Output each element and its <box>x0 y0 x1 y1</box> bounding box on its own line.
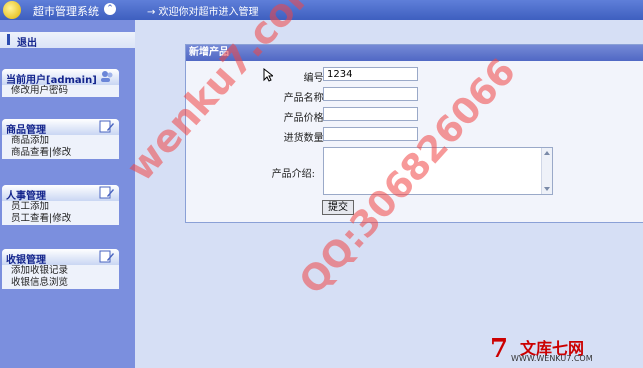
panel-header[interactable]: 收银管理 <box>2 249 119 266</box>
scrollbar[interactable] <box>541 148 552 194</box>
panel-header[interactable]: 商品管理 <box>2 119 119 136</box>
app-title: 超市管理系统 <box>33 5 99 18</box>
sidebar-item-change-password[interactable]: 修改用户密码 <box>2 85 119 97</box>
panel-cashier-management: 收银管理 添加收银记录 收银信息浏览 <box>2 249 119 289</box>
panel-title: 商品管理 <box>6 125 46 136</box>
panel-product-management: 商品管理 商品添加 商品查看|修改 <box>2 119 119 159</box>
sidebar-item-view-employee[interactable]: 员工查看|修改 <box>2 213 119 225</box>
logout-row[interactable]: 退出 <box>0 32 135 49</box>
sidebar-item-add-product[interactable]: 商品添加 <box>2 135 119 147</box>
panel-title: 收银管理 <box>6 255 46 266</box>
top-bar: 超市管理系统 ⌃ → 欢迎你对超市进入管理 <box>0 0 643 20</box>
id-label: 编号: <box>303 73 327 84</box>
id-field[interactable]: 1234 <box>323 67 418 81</box>
panel-header[interactable]: 人事管理 <box>2 185 119 202</box>
sidebar-item-view-product[interactable]: 商品查看|修改 <box>2 147 119 159</box>
brand-url: WWW.WENKU7.COM <box>511 354 593 363</box>
sidebar-item-add-cashier-record[interactable]: 添加收银记录 <box>2 265 119 277</box>
edit-icon <box>99 186 114 199</box>
name-field[interactable] <box>323 87 418 101</box>
sidebar-item-add-employee[interactable]: 员工添加 <box>2 201 119 213</box>
price-label: 产品价格: <box>283 113 327 124</box>
name-label: 产品名称: <box>283 93 327 104</box>
collapse-icon[interactable]: ⌃ <box>104 3 116 15</box>
panel-title: 当前用户[admain] <box>6 75 97 86</box>
app-logo-icon <box>3 1 21 19</box>
edit-icon <box>99 250 114 263</box>
price-field[interactable] <box>323 107 418 121</box>
logout-link[interactable]: 退出 <box>17 34 37 49</box>
logout-marker <box>7 34 10 45</box>
sidebar-item-browse-cashier[interactable]: 收银信息浏览 <box>2 277 119 289</box>
panel-hr-management: 人事管理 员工添加 员工查看|修改 <box>2 185 119 225</box>
panel-current-user: 当前用户[admain] 修改用户密码 <box>2 69 119 97</box>
sidebar: 退出 当前用户[admain] 修改用户密码 商品管理 商品添加 商品查看|修改… <box>0 20 135 368</box>
edit-icon <box>99 120 114 133</box>
welcome-text: → 欢迎你对超市进入管理 <box>147 7 259 18</box>
scroll-down-icon[interactable] <box>544 187 550 191</box>
users-icon <box>101 71 113 82</box>
panel-title: 人事管理 <box>6 191 46 202</box>
panel-header[interactable]: 当前用户[admain] <box>2 69 119 86</box>
brand-logo-icon: 7 <box>490 334 509 364</box>
quantity-field[interactable] <box>323 127 418 141</box>
quantity-label: 进货数量: <box>283 133 327 144</box>
scroll-up-icon[interactable] <box>544 151 550 155</box>
mouse-cursor-icon <box>263 68 273 82</box>
description-label: 产品介绍: <box>271 169 315 180</box>
